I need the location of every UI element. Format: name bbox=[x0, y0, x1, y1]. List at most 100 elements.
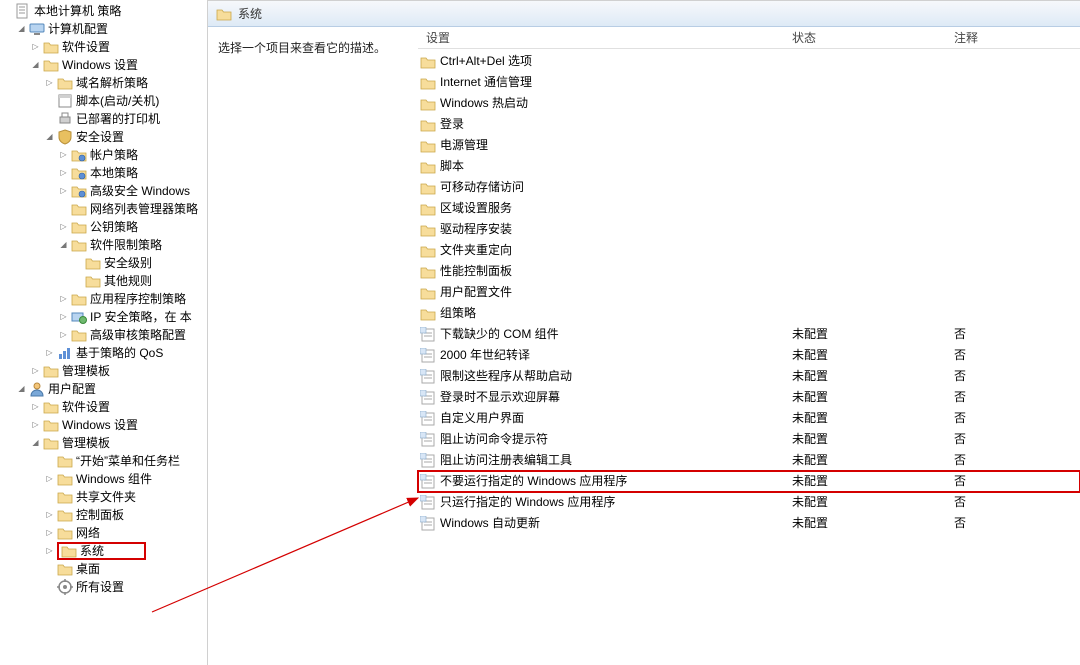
tree-item[interactable]: ▷域名解析策略 bbox=[2, 74, 207, 92]
tree-item[interactable]: ◢软件限制策略 bbox=[2, 236, 207, 254]
folder-icon bbox=[420, 75, 436, 91]
expander-icon[interactable]: ◢ bbox=[30, 438, 41, 449]
expander-icon[interactable]: ▷ bbox=[58, 330, 69, 341]
list-item[interactable]: 用户配置文件 bbox=[418, 282, 1080, 303]
expander-icon[interactable]: ▷ bbox=[58, 150, 69, 161]
tree-item-label: 脚本(启动/关机) bbox=[76, 92, 159, 110]
list-item[interactable]: 区域设置服务 bbox=[418, 198, 1080, 219]
expander-icon[interactable] bbox=[44, 456, 55, 467]
list-item[interactable]: 性能控制面板 bbox=[418, 261, 1080, 282]
tree-item[interactable]: 共享文件夹 bbox=[2, 488, 207, 506]
tree-item[interactable]: 已部署的打印机 bbox=[2, 110, 207, 128]
list-item[interactable]: 自定义用户界面未配置否 bbox=[418, 408, 1080, 429]
col-header-status[interactable]: 状态 bbox=[792, 29, 954, 46]
expander-icon[interactable]: ▷ bbox=[58, 168, 69, 179]
tree-item[interactable]: ▷高级安全 Windows bbox=[2, 182, 207, 200]
tree-item[interactable]: 脚本(启动/关机) bbox=[2, 92, 207, 110]
tree-item[interactable]: 网络列表管理器策略 bbox=[2, 200, 207, 218]
description-column: 选择一个项目来查看它的描述。 bbox=[208, 27, 418, 665]
tree-item[interactable]: ▷软件设置 bbox=[2, 398, 207, 416]
expander-icon[interactable] bbox=[44, 96, 55, 107]
expander-icon[interactable]: ◢ bbox=[16, 24, 27, 35]
expander-icon[interactable]: ◢ bbox=[58, 240, 69, 251]
list-item[interactable]: 组策略 bbox=[418, 303, 1080, 324]
list-item[interactable]: 登录 bbox=[418, 114, 1080, 135]
list-item[interactable]: Windows 热启动 bbox=[418, 93, 1080, 114]
list-item[interactable]: 可移动存储访问 bbox=[418, 177, 1080, 198]
list-item[interactable]: 不要运行指定的 Windows 应用程序未配置否 bbox=[418, 471, 1080, 492]
tree-item[interactable]: ▷Windows 组件 bbox=[2, 470, 207, 488]
list-item[interactable]: 下载缺少的 COM 组件未配置否 bbox=[418, 324, 1080, 345]
expander-icon[interactable]: ▷ bbox=[58, 294, 69, 305]
setting-icon bbox=[420, 453, 436, 469]
list-item[interactable]: 阻止访问命令提示符未配置否 bbox=[418, 429, 1080, 450]
expander-icon[interactable]: ◢ bbox=[44, 132, 55, 143]
expander-icon[interactable] bbox=[44, 582, 55, 593]
expander-icon[interactable]: ▷ bbox=[44, 546, 55, 557]
expander-icon[interactable] bbox=[44, 564, 55, 575]
tree-item[interactable]: 本地计算机 策略 bbox=[2, 2, 207, 20]
tree-item[interactable]: ▷高级审核策略配置 bbox=[2, 326, 207, 344]
tree-item[interactable]: ◢安全设置 bbox=[2, 128, 207, 146]
expander-icon[interactable]: ▷ bbox=[30, 42, 41, 53]
tree-item[interactable]: 安全级别 bbox=[2, 254, 207, 272]
list-item[interactable]: Windows 自动更新未配置否 bbox=[418, 513, 1080, 534]
tree-item[interactable]: ▷本地策略 bbox=[2, 164, 207, 182]
tree-item[interactable]: ◢计算机配置 bbox=[2, 20, 207, 38]
expander-icon[interactable]: ▷ bbox=[58, 222, 69, 233]
expander-icon[interactable] bbox=[58, 204, 69, 215]
list-item-setting: 限制这些程序从帮助启动 bbox=[440, 366, 572, 387]
expander-icon[interactable]: ▷ bbox=[44, 348, 55, 359]
expander-icon[interactable]: ▷ bbox=[58, 186, 69, 197]
tree-item[interactable]: ◢管理模板 bbox=[2, 434, 207, 452]
folder-icon bbox=[216, 6, 232, 22]
tree-item[interactable]: ▷IP 安全策略，在 本 bbox=[2, 308, 207, 326]
expander-icon[interactable]: ▷ bbox=[30, 366, 41, 377]
col-header-comment[interactable]: 注释 bbox=[954, 29, 1080, 46]
list-item[interactable]: Internet 通信管理 bbox=[418, 72, 1080, 93]
tree-item[interactable]: ▷系统 bbox=[2, 542, 207, 560]
expander-icon[interactable] bbox=[72, 258, 83, 269]
col-header-setting[interactable]: 设置 bbox=[418, 29, 792, 46]
expander-icon[interactable]: ▷ bbox=[44, 78, 55, 89]
expander-icon[interactable]: ▷ bbox=[30, 402, 41, 413]
list-item[interactable]: 2000 年世纪转译未配置否 bbox=[418, 345, 1080, 366]
setting-icon bbox=[420, 516, 436, 532]
tree-item[interactable]: ▷应用程序控制策略 bbox=[2, 290, 207, 308]
tree-item[interactable]: ◢用户配置 bbox=[2, 380, 207, 398]
list-item[interactable]: 电源管理 bbox=[418, 135, 1080, 156]
tree-item[interactable]: “开始”菜单和任务栏 bbox=[2, 452, 207, 470]
list-item[interactable]: 限制这些程序从帮助启动未配置否 bbox=[418, 366, 1080, 387]
tree-item[interactable]: 所有设置 bbox=[2, 578, 207, 596]
expander-icon[interactable] bbox=[44, 114, 55, 125]
expander-icon[interactable]: ▷ bbox=[30, 420, 41, 431]
list-item[interactable]: 登录时不显示欢迎屏幕未配置否 bbox=[418, 387, 1080, 408]
tree-item[interactable]: ▷Windows 设置 bbox=[2, 416, 207, 434]
list-item-comment: 否 bbox=[954, 450, 1080, 471]
expander-icon[interactable] bbox=[72, 276, 83, 287]
tree-item[interactable]: 桌面 bbox=[2, 560, 207, 578]
list-item[interactable]: 驱动程序安装 bbox=[418, 219, 1080, 240]
expander-icon[interactable] bbox=[2, 6, 13, 17]
expander-icon[interactable]: ▷ bbox=[44, 510, 55, 521]
tree-item[interactable]: ▷网络 bbox=[2, 524, 207, 542]
expander-icon[interactable]: ▷ bbox=[44, 474, 55, 485]
tree-item[interactable]: ▷控制面板 bbox=[2, 506, 207, 524]
list-item[interactable]: 只运行指定的 Windows 应用程序未配置否 bbox=[418, 492, 1080, 513]
expander-icon[interactable] bbox=[44, 492, 55, 503]
tree-item[interactable]: ▷公钥策略 bbox=[2, 218, 207, 236]
expander-icon[interactable]: ◢ bbox=[30, 60, 41, 71]
expander-icon[interactable]: ◢ bbox=[16, 384, 27, 395]
tree-item[interactable]: ◢Windows 设置 bbox=[2, 56, 207, 74]
tree-item[interactable]: ▷帐户策略 bbox=[2, 146, 207, 164]
list-item[interactable]: Ctrl+Alt+Del 选项 bbox=[418, 51, 1080, 72]
tree-item[interactable]: ▷基于策略的 QoS bbox=[2, 344, 207, 362]
expander-icon[interactable]: ▷ bbox=[44, 528, 55, 539]
tree-item[interactable]: ▷管理模板 bbox=[2, 362, 207, 380]
expander-icon[interactable]: ▷ bbox=[58, 312, 69, 323]
list-item[interactable]: 文件夹重定向 bbox=[418, 240, 1080, 261]
tree-item[interactable]: ▷软件设置 bbox=[2, 38, 207, 56]
tree-item[interactable]: 其他规则 bbox=[2, 272, 207, 290]
list-item[interactable]: 脚本 bbox=[418, 156, 1080, 177]
list-item[interactable]: 阻止访问注册表编辑工具未配置否 bbox=[418, 450, 1080, 471]
